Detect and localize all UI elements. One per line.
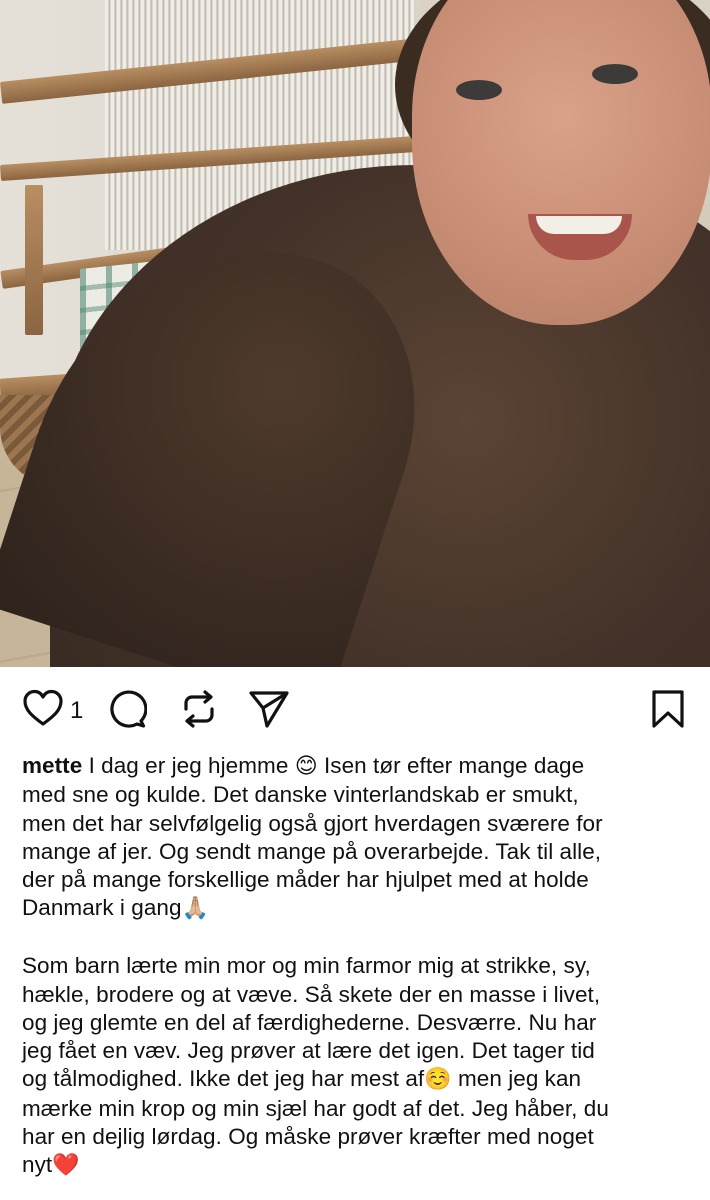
caption-text: nyt <box>22 1152 53 1178</box>
smile-emoji: 😊 <box>294 754 318 779</box>
caption-text: jeg fået en væv. Jeg prøver at lære det … <box>22 1038 595 1064</box>
save-button[interactable] <box>650 689 686 729</box>
caption-text: Som barn lærte min mor og min farmor mig… <box>22 953 591 979</box>
like-count[interactable]: 1 <box>70 697 83 725</box>
share-button[interactable] <box>248 689 290 729</box>
heart-icon <box>22 689 64 727</box>
caption-text: har en dejlig lørdag. Og måske prøver kr… <box>22 1124 594 1150</box>
action-bar: 1 <box>0 667 710 753</box>
post-caption: mette I dag er jeg hjemme 😊 Isen tør eft… <box>22 752 702 1181</box>
person-eye <box>456 80 502 100</box>
caption-paragraph: Som barn lærte min mor og min farmor mig… <box>22 952 702 1180</box>
caption-text: der på mange forskellige måder har hjulp… <box>22 867 589 893</box>
caption-text: og tålmodighed. Ikke det jeg har mest af <box>22 1066 425 1092</box>
blush-emoji: ☺️ <box>424 1067 452 1093</box>
person-eye <box>592 64 638 84</box>
loom-post <box>25 185 43 335</box>
comment-button[interactable] <box>107 689 147 729</box>
caption-paragraph: mette I dag er jeg hjemme 😊 Isen tør eft… <box>22 752 702 924</box>
caption-text: hækle, brodere og at væve. Så skete der … <box>22 981 601 1007</box>
pray-emoji: 🙏🏼 <box>181 896 209 922</box>
caption-username[interactable]: mette <box>22 753 82 778</box>
caption-text: I dag er jeg hjemme <box>82 753 295 778</box>
caption-text: mærke min krop og min sjæl har godt af d… <box>22 1095 609 1121</box>
post-photo[interactable] <box>0 0 710 667</box>
repost-icon <box>180 689 218 729</box>
caption-text: Isen tør efter mange dage <box>317 753 585 778</box>
send-icon <box>248 689 290 729</box>
repost-button[interactable] <box>180 689 218 729</box>
post: 1 mette I dag er jeg hjemme 😊 Isen tør e… <box>0 0 710 1200</box>
caption-text: mange af jer. Og sendt mange på overarbe… <box>22 838 602 864</box>
caption-text: med sne og kulde. Det danske vinterlands… <box>22 782 579 808</box>
caption-text: og jeg glemte en del af færdighederne. D… <box>22 1009 597 1035</box>
bookmark-icon <box>650 689 686 729</box>
caption-text: Danmark i gang <box>22 895 182 921</box>
teeth <box>536 216 622 234</box>
heart-emoji: ❤️ <box>52 1153 80 1179</box>
caption-text: men jeg kan <box>451 1066 582 1092</box>
like-button[interactable] <box>22 689 64 727</box>
comment-icon <box>107 689 147 729</box>
caption-text: men det har selvfølgelig også gjort hver… <box>22 810 603 836</box>
